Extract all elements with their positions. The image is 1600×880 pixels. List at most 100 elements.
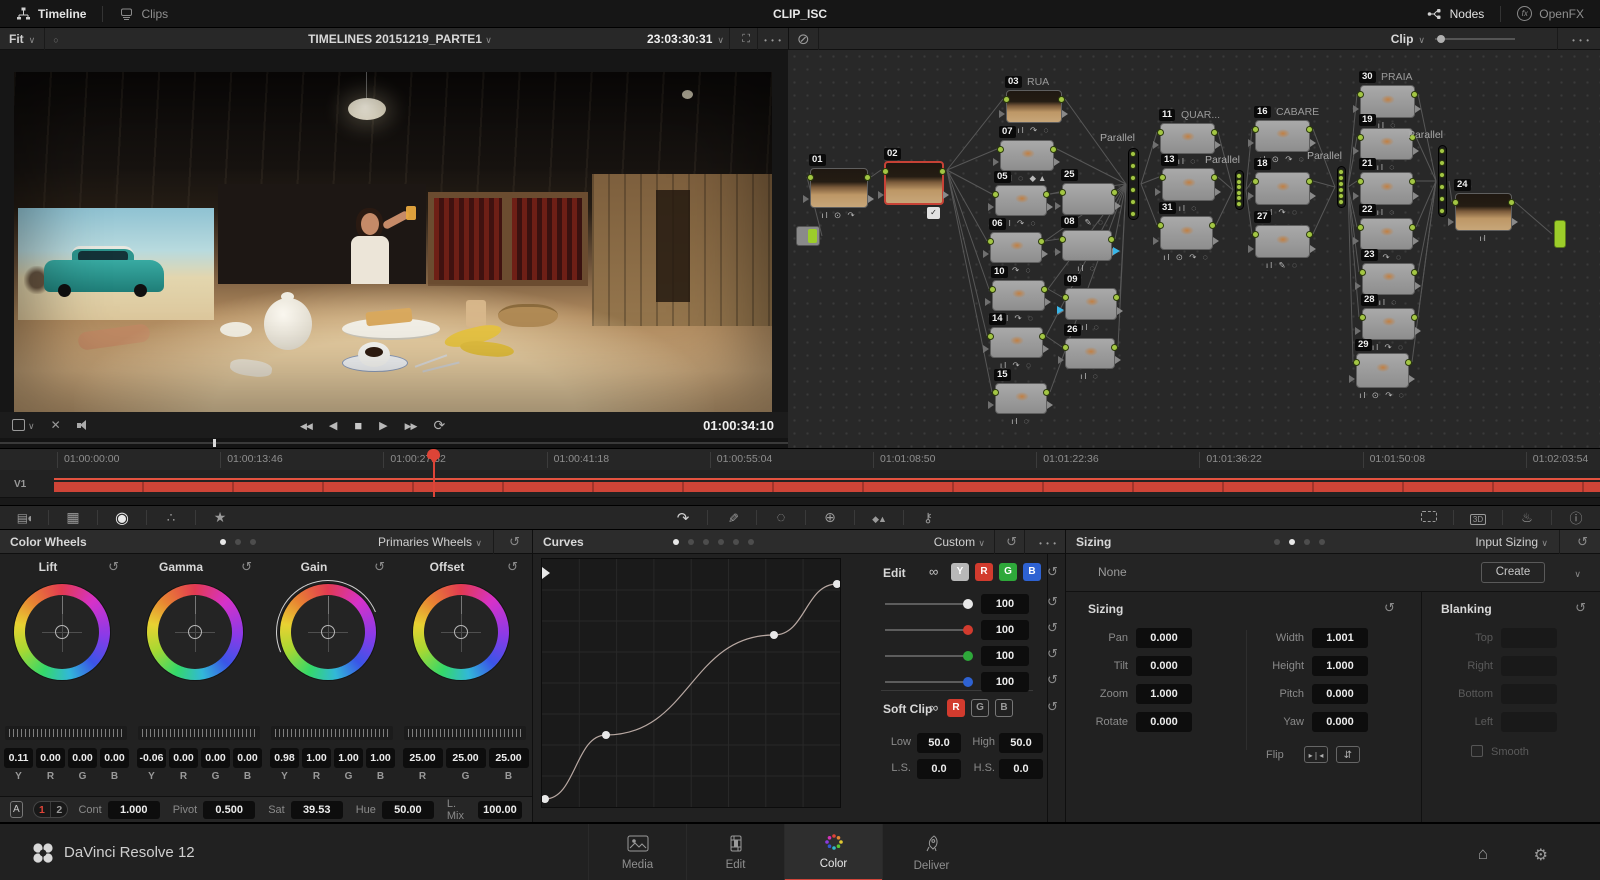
- node-options-menu[interactable]: [1572, 32, 1590, 46]
- field-value[interactable]: 100.00: [478, 801, 522, 819]
- power-window-icon[interactable]: [757, 509, 805, 526]
- input-port[interactable]: [1062, 294, 1069, 301]
- output-port[interactable]: [1411, 91, 1418, 98]
- output-port[interactable]: [1409, 224, 1416, 231]
- graph-node-18[interactable]: 18ıl ↷ ◌: [1255, 172, 1310, 205]
- graph-node-06[interactable]: 06ıl ↷ ◌: [990, 232, 1042, 263]
- reset-wheel-icon[interactable]: [241, 559, 252, 575]
- reset-row-icon[interactable]: [1047, 564, 1058, 580]
- scrub-playhead[interactable]: [213, 439, 216, 447]
- output-port[interactable]: [1039, 333, 1046, 340]
- field-value[interactable]: 1.000: [1136, 684, 1192, 704]
- wheel-value[interactable]: 0.00: [169, 748, 198, 768]
- input-port[interactable]: [1359, 269, 1366, 276]
- output-port[interactable]: [1211, 174, 1218, 181]
- graph-node-28[interactable]: 28ıl ↷ ◌: [1362, 308, 1415, 340]
- input-port[interactable]: [1353, 359, 1360, 366]
- flip-vertical-button[interactable]: [1336, 746, 1360, 763]
- graph-node-31[interactable]: 31ıl ⊙ ↷ ◌: [1160, 216, 1213, 250]
- sizing-mode-dropdown[interactable]: Input Sizing: [1475, 535, 1548, 549]
- input-port[interactable]: [1252, 178, 1259, 185]
- output-port[interactable]: [1111, 189, 1118, 196]
- output-port[interactable]: [864, 174, 871, 181]
- field-value[interactable]: 0.000: [1312, 712, 1368, 732]
- input-port[interactable]: [1252, 126, 1259, 133]
- page-2[interactable]: 2: [51, 802, 67, 817]
- soft-clip-field-value[interactable]: 0.0: [917, 759, 961, 779]
- curve-top-marker[interactable]: [542, 567, 550, 579]
- graph-node-07[interactable]: 07ıl ◌ ◆▲: [1000, 140, 1054, 171]
- graph-node-p1[interactable]: Parallel: [1128, 148, 1139, 220]
- input-port[interactable]: [1452, 199, 1459, 206]
- input-port[interactable]: [807, 174, 814, 181]
- output-port[interactable]: [1209, 222, 1216, 229]
- bypass-grades-icon[interactable]: [797, 30, 810, 48]
- output-port[interactable]: [1508, 199, 1515, 206]
- video-preview[interactable]: [14, 72, 772, 412]
- soft-clip-channel-b[interactable]: B: [995, 699, 1013, 717]
- sizing-palette-icon[interactable]: [49, 509, 97, 526]
- curve-slider-track[interactable]: [885, 681, 971, 683]
- wheel-hub[interactable]: [188, 625, 202, 639]
- input-port[interactable]: [1059, 236, 1066, 243]
- home-icon[interactable]: [1478, 844, 1488, 864]
- wheel-value[interactable]: 0.00: [233, 748, 262, 768]
- soft-clip-link-icon[interactable]: [929, 700, 938, 715]
- wheel-value[interactable]: 25.00: [446, 748, 486, 768]
- wheel-value[interactable]: 1.00: [366, 748, 395, 768]
- reset-row-icon[interactable]: [1047, 672, 1058, 688]
- graph-node-29[interactable]: 29ıl ⊙ ↷ ◌: [1356, 353, 1409, 388]
- graph-zoom-slider[interactable]: [1435, 38, 1515, 40]
- reset-row-icon[interactable]: [1047, 620, 1058, 636]
- curves-palette-icon[interactable]: [659, 509, 707, 527]
- curve-slider-knob[interactable]: [963, 651, 973, 661]
- graph-node-10[interactable]: 10ıl ↷ ◌: [992, 280, 1045, 311]
- output-port[interactable]: [1108, 236, 1115, 243]
- color-wheel-ring[interactable]: [280, 584, 376, 680]
- output-port[interactable]: [1050, 146, 1057, 153]
- output-port[interactable]: [1113, 294, 1120, 301]
- master-timecode-dropdown[interactable]: 23:03:30:31: [647, 32, 724, 46]
- color-wheel-ring[interactable]: [147, 584, 243, 680]
- chevron-down-icon[interactable]: [1574, 566, 1581, 580]
- graph-node-08[interactable]: 08ıl ◌: [1062, 230, 1112, 261]
- color-wheel-ring[interactable]: [14, 584, 110, 680]
- timeline-playhead[interactable]: [427, 448, 440, 497]
- field-value[interactable]: 0.000: [1136, 656, 1192, 676]
- wheel-hub[interactable]: [55, 625, 69, 639]
- reset-wheel-icon[interactable]: [108, 559, 119, 575]
- motion-effects-icon[interactable]: [196, 509, 244, 526]
- reset-blanking-icon[interactable]: [1575, 600, 1586, 616]
- wheel-value[interactable]: 0.98: [270, 748, 299, 768]
- reset-row-icon[interactable]: [1047, 699, 1058, 715]
- graph-node-21[interactable]: 21ıl ◌: [1360, 172, 1413, 205]
- curves-options-menu[interactable]: [1039, 535, 1057, 549]
- input-port[interactable]: [1062, 344, 1069, 351]
- unmix-icon[interactable]: [51, 418, 61, 432]
- graph-node-13[interactable]: 13ıl ◌: [1162, 168, 1215, 201]
- graph-node-p2[interactable]: Parallel: [1235, 170, 1244, 210]
- loop-button[interactable]: [433, 417, 445, 434]
- master-wheel-strip[interactable]: [138, 726, 260, 740]
- field-value[interactable]: [1501, 628, 1557, 648]
- reset-row-icon[interactable]: [1047, 594, 1058, 610]
- channel-button-y[interactable]: Y: [951, 563, 969, 581]
- input-port[interactable]: [1357, 224, 1364, 231]
- soft-clip-channel-g[interactable]: G: [971, 699, 989, 717]
- flip-horizontal-button[interactable]: [1304, 746, 1328, 763]
- output-port[interactable]: [1306, 178, 1313, 185]
- clip-strip[interactable]: [54, 482, 1600, 492]
- input-port[interactable]: [882, 168, 889, 175]
- input-port[interactable]: [1059, 189, 1066, 196]
- create-preset-button[interactable]: Create: [1481, 562, 1545, 583]
- go-to-start-button[interactable]: [300, 418, 312, 432]
- field-value[interactable]: 0.000: [1136, 628, 1192, 648]
- graph-node-27[interactable]: 27ıl ✎ ◌: [1255, 225, 1310, 258]
- wheel-value[interactable]: 25.00: [403, 748, 443, 768]
- input-port[interactable]: [1357, 91, 1364, 98]
- field-value[interactable]: 39.53: [291, 801, 343, 819]
- viewer-scrub-bar[interactable]: [0, 438, 788, 448]
- output-port[interactable]: [1409, 178, 1416, 185]
- stop-button[interactable]: [354, 418, 362, 433]
- output-port[interactable]: [1041, 286, 1048, 293]
